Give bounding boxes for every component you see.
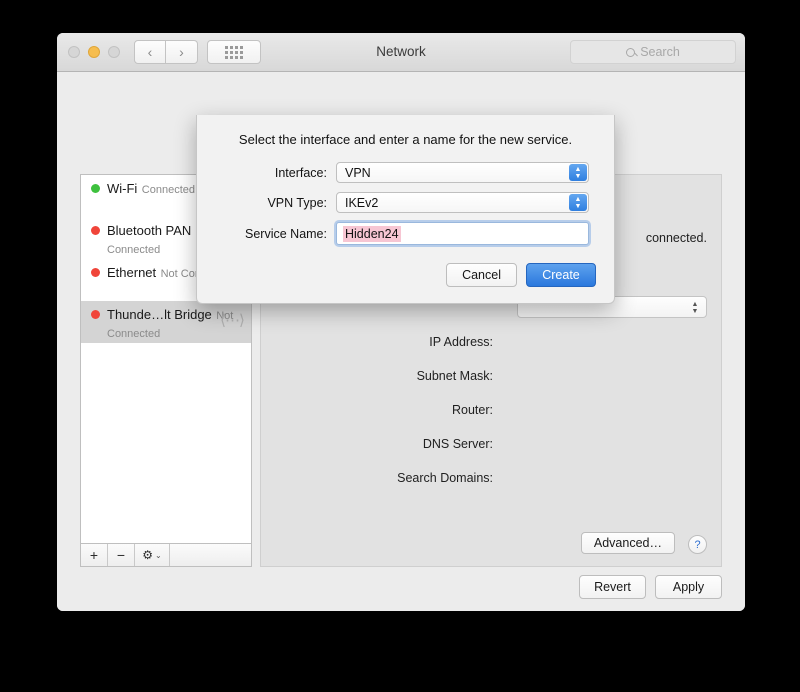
field-label: DNS Server: <box>261 437 501 451</box>
service-name: Ethernet <box>107 265 156 280</box>
search-icon <box>626 48 635 57</box>
vpn-type-select[interactable]: IKEv2 ▲▼ <box>336 192 589 213</box>
add-service-button[interactable]: + <box>81 544 108 566</box>
cancel-button[interactable]: Cancel <box>446 263 517 287</box>
network-preferences-window: ‹ › Network Search Wi-Fi Connected <box>57 33 745 611</box>
sheet-button-group: Cancel Create <box>446 263 596 287</box>
service-name: Wi-Fi <box>107 181 137 196</box>
chevron-down-icon: ⌄ <box>155 551 162 560</box>
status-dot-icon <box>91 226 100 235</box>
window-body: Wi-Fi Connected Bluetooth PAN Not Connec… <box>57 72 745 611</box>
question-mark-icon: ? <box>694 539 700 551</box>
minus-icon: − <box>117 547 125 563</box>
vpn-type-label: VPN Type: <box>197 196 336 210</box>
apply-button[interactable]: Apply <box>655 575 722 599</box>
table-row: Subnet Mask: <box>261 359 721 393</box>
vpn-type-row: VPN Type: IKEv2 ▲▼ <box>197 192 614 213</box>
create-button[interactable]: Create <box>526 263 596 287</box>
remove-service-button[interactable]: − <box>108 544 135 566</box>
service-status: Connected <box>142 184 195 196</box>
interface-label: Interface: <box>197 166 336 180</box>
service-name-value: Hidden24 <box>343 226 401 242</box>
revert-button[interactable]: Revert <box>579 575 646 599</box>
gear-icon: ⚙ <box>142 548 153 562</box>
service-name-label: Service Name: <box>197 227 336 241</box>
search-placeholder: Search <box>640 45 680 59</box>
interface-row: Interface: VPN ▲▼ <box>197 162 614 183</box>
field-label: Router: <box>261 403 501 417</box>
list-item-selected[interactable]: Thunde…lt Bridge Not Connected ⟨⋯⟩ <box>81 301 251 343</box>
status-dot-icon <box>91 268 100 277</box>
toolbar-filler <box>170 544 251 566</box>
search-input[interactable]: Search <box>570 40 736 64</box>
vpn-type-value: IKEv2 <box>345 196 378 210</box>
window-titlebar: ‹ › Network Search <box>57 33 745 72</box>
service-name: Thunde…lt Bridge <box>107 307 212 322</box>
table-row: IP Address: <box>261 325 721 359</box>
table-row: Search Domains: <box>261 461 721 495</box>
service-name-input[interactable]: Hidden24 <box>336 222 589 245</box>
plus-icon: + <box>90 547 98 563</box>
advanced-button[interactable]: Advanced… <box>581 532 675 554</box>
interface-select[interactable]: VPN ▲▼ <box>336 162 589 183</box>
service-list-toolbar: + − ⚙ ⌄ <box>80 544 252 567</box>
new-service-sheet: Select the interface and enter a name fo… <box>196 115 615 304</box>
stepper-icon: ▲▼ <box>569 194 587 211</box>
help-button[interactable]: ? <box>688 535 707 554</box>
field-label: Search Domains: <box>261 471 501 485</box>
footer-buttons: Revert Apply <box>579 575 722 599</box>
interface-value: VPN <box>345 166 371 180</box>
stepper-icon: ▲▼ <box>688 299 702 317</box>
status-dot-icon <box>91 184 100 193</box>
field-label: IP Address: <box>261 335 501 349</box>
detail-field-list: IP Address: Subnet Mask: Router: DNS Ser… <box>261 325 721 495</box>
sheet-title: Select the interface and enter a name fo… <box>197 132 614 147</box>
thunderbolt-bridge-icon: ⟨⋯⟩ <box>219 312 245 328</box>
table-row: Router: <box>261 393 721 427</box>
status-dot-icon <box>91 310 100 319</box>
service-name-row: Service Name: Hidden24 <box>197 222 614 245</box>
field-label: Subnet Mask: <box>261 369 501 383</box>
service-actions-button[interactable]: ⚙ ⌄ <box>135 544 170 566</box>
table-row: DNS Server: <box>261 427 721 461</box>
stepper-icon: ▲▼ <box>569 164 587 181</box>
service-name: Bluetooth PAN <box>107 223 191 238</box>
